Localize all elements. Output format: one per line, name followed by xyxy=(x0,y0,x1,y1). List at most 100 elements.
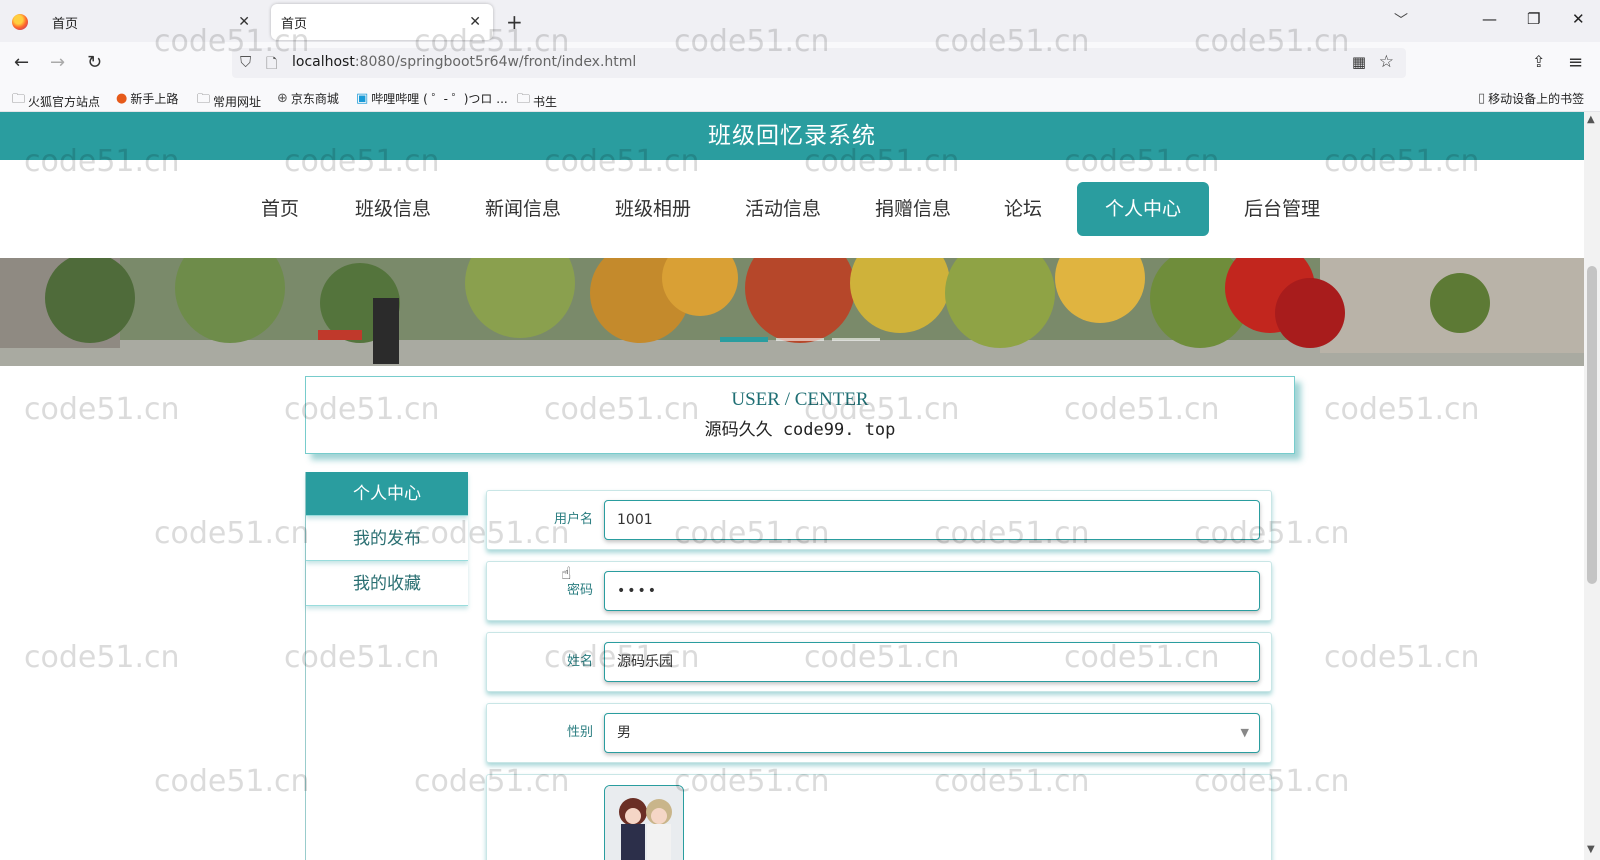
url-text[interactable]: localhost:8080/springboot5r64w/front/ind… xyxy=(292,54,636,70)
form-row-avatar xyxy=(486,774,1272,860)
page-scrollbar[interactable]: ▲ ▼ xyxy=(1584,112,1600,860)
avatar[interactable] xyxy=(604,785,684,860)
bookmark-item[interactable]: ⊕ 京东商城 xyxy=(277,90,339,107)
sidebar-item-my-posts[interactable]: 我的发布 xyxy=(306,517,468,561)
browser-nav-bar: ← → ↻ ⛉ 🗋 localhost:8080/springboot5r64w… xyxy=(0,42,1600,84)
site-title: 班级回忆录系统 xyxy=(0,112,1584,160)
scrollbar-thumb[interactable] xyxy=(1587,266,1597,584)
nav-item-news[interactable]: 新闻信息 xyxy=(474,182,572,236)
bookmark-label: 移动设备上的书签 xyxy=(1488,92,1585,106)
folder-icon: 🗀 xyxy=(517,92,531,107)
section-title: USER / CENTER xyxy=(731,389,869,410)
nav-item-home[interactable]: 首页 xyxy=(250,182,310,236)
bookmark-label: 哔哩哔哩 ( ゜- ゜)つロ ... xyxy=(371,92,508,106)
menu-icon[interactable]: ≡ xyxy=(1568,52,1583,73)
section-title-box: USER / CENTER 源码久久 code99. top xyxy=(305,376,1295,454)
nav-item-donation[interactable]: 捐赠信息 xyxy=(864,182,962,236)
forward-icon[interactable]: → xyxy=(50,52,65,73)
watermark: code51.cn xyxy=(1324,392,1480,427)
user-sidebar: 个人中心 我的发布 我的收藏 xyxy=(305,472,468,860)
name-input[interactable]: 源码乐园 xyxy=(604,642,1260,682)
carousel-dot-active[interactable] xyxy=(720,337,768,342)
qr-code-icon[interactable]: ▦ xyxy=(1352,53,1366,71)
gender-select[interactable]: 男 ▼ xyxy=(604,713,1260,753)
password-label: 密码 xyxy=(566,583,593,598)
page-icon: 🗋 xyxy=(266,56,278,72)
form-row-name: 姓名 源码乐园 xyxy=(486,632,1272,692)
close-icon[interactable]: ✕ xyxy=(238,14,250,30)
bookmark-label: 新手上路 xyxy=(130,92,179,106)
avatar-image xyxy=(605,786,683,860)
url-path: :8080/springboot5r64w/front/index.html xyxy=(354,54,637,70)
new-tab-icon[interactable]: + xyxy=(506,10,523,34)
browser-tab[interactable]: 首页 ✕ xyxy=(0,4,262,40)
shield-icon[interactable]: ⛉ xyxy=(240,53,251,71)
extensions-icon[interactable]: ⇪ xyxy=(1532,52,1545,71)
hand-cursor-icon: ☝ xyxy=(561,564,572,584)
bookmark-label: 常用网址 xyxy=(213,94,262,109)
bookmark-item[interactable]: 🗀 书生 xyxy=(517,90,557,112)
url-bar[interactable]: ⛉ 🗋 localhost:8080/springboot5r64w/front… xyxy=(232,48,1406,78)
scroll-down-icon[interactable]: ▼ xyxy=(1587,844,1595,855)
url-host: localhost xyxy=(292,54,355,70)
watermark: code51.cn xyxy=(24,392,180,427)
close-window-icon[interactable]: ✕ xyxy=(1572,10,1585,28)
carousel-dot[interactable] xyxy=(832,338,880,341)
minimize-icon[interactable]: — xyxy=(1482,10,1497,28)
sidebar-item-user-center[interactable]: 个人中心 xyxy=(306,472,468,516)
bookmarks-bar: 🗀 火狐官方站点 ● 新手上路 🗀 常用网址 ⊕ 京东商城 ▣ 哔哩哔哩 ( ゜- ゜)つ… xyxy=(0,84,1600,112)
reload-icon[interactable]: ↻ xyxy=(87,52,102,73)
nav-item-admin[interactable]: 后台管理 xyxy=(1233,182,1331,236)
restore-icon[interactable]: ❐ xyxy=(1527,10,1540,28)
bookmark-item[interactable]: ▣ 哔哩哔哩 ( ゜- ゜)つロ ... xyxy=(356,90,508,107)
nav-item-class-info[interactable]: 班级信息 xyxy=(344,182,442,236)
folder-icon: 🗀 xyxy=(12,92,26,107)
tab-title: 首页 xyxy=(52,16,79,32)
folder-icon: 🗀 xyxy=(197,92,211,107)
tab-title: 首页 xyxy=(281,16,308,32)
banner-carousel[interactable] xyxy=(0,258,1584,366)
firefox-icon xyxy=(12,14,28,30)
browser-tab-bar: 首页 ✕ 首页 ✕ + ﹀ — ❐ ✕ xyxy=(0,0,1600,42)
bookmark-label: 书生 xyxy=(533,94,558,109)
watermark: code51.cn xyxy=(154,764,310,799)
banner-image xyxy=(0,258,1584,366)
back-icon[interactable]: ← xyxy=(14,52,29,73)
scroll-up-icon[interactable]: ▲ xyxy=(1587,114,1595,125)
name-label: 姓名 xyxy=(566,654,593,669)
bookmark-label: 火狐官方站点 xyxy=(28,94,101,109)
bookmark-label: 京东商城 xyxy=(290,92,339,106)
password-input[interactable]: •••• xyxy=(604,571,1260,611)
sidebar-item-my-favorites[interactable]: 我的收藏 xyxy=(306,562,468,606)
form-row-gender: 性别 男 ▼ xyxy=(486,703,1272,763)
chevron-down-icon[interactable]: ﹀ xyxy=(1394,10,1408,30)
bookmark-item[interactable]: ● 新手上路 xyxy=(116,90,178,107)
mobile-icon: ▯ xyxy=(1478,91,1486,106)
watermark: code51.cn xyxy=(154,516,310,551)
username-label: 用户名 xyxy=(553,512,593,527)
firefox-icon: ● xyxy=(116,91,128,106)
carousel-indicators xyxy=(720,337,880,342)
page-viewport: 班级回忆录系统 首页 班级信息 新闻信息 班级相册 活动信息 捐赠信息 论坛 个… xyxy=(0,112,1584,860)
watermark: code51.cn xyxy=(24,640,180,675)
form-row-password: 密码 •••• xyxy=(486,561,1272,621)
carousel-dot[interactable] xyxy=(776,338,824,341)
bookmark-item[interactable]: 🗀 火狐官方站点 xyxy=(12,90,100,112)
close-icon[interactable]: ✕ xyxy=(469,14,481,30)
nav-item-forum[interactable]: 论坛 xyxy=(994,182,1052,236)
bookmark-item[interactable]: 🗀 常用网址 xyxy=(197,90,261,112)
star-icon[interactable]: ☆ xyxy=(1379,52,1394,72)
gender-selected-value: 男 xyxy=(617,725,631,741)
gender-label: 性别 xyxy=(566,725,593,740)
nav-item-user-center[interactable]: 个人中心 xyxy=(1077,182,1209,236)
username-input[interactable]: 1001 xyxy=(604,500,1260,540)
main-nav: 首页 班级信息 新闻信息 班级相册 活动信息 捐赠信息 论坛 个人中心 后台管理 xyxy=(0,160,1584,258)
nav-item-album[interactable]: 班级相册 xyxy=(604,182,702,236)
form-row-username: 用户名 1001 xyxy=(486,490,1272,550)
watermark: code51.cn xyxy=(1324,640,1480,675)
browser-tab-active[interactable]: 首页 ✕ xyxy=(271,4,493,40)
nav-item-activity[interactable]: 活动信息 xyxy=(734,182,832,236)
section-subtitle: 源码久久 code99. top xyxy=(704,420,896,440)
globe-icon: ⊕ xyxy=(277,91,288,106)
mobile-bookmarks[interactable]: ▯ 移动设备上的书签 xyxy=(1478,90,1584,107)
